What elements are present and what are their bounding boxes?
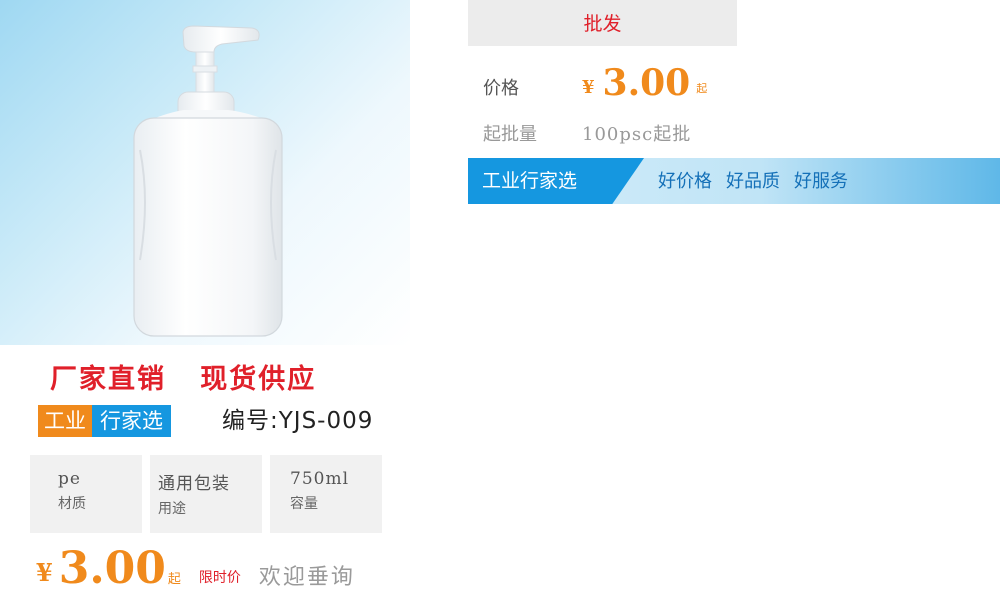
inquiry-link[interactable]: 欢迎垂询: [259, 559, 355, 591]
slogan-item-quality: 好品质: [726, 171, 780, 192]
limited-time-label: 限时价: [198, 570, 241, 586]
moq-value: 100psc起批: [582, 124, 692, 145]
price-amount: 3.00: [58, 543, 166, 594]
pump-bottle-image: [133, 25, 283, 337]
spec-value: pe: [58, 469, 81, 489]
slogan-items: 好价格 好品质 好服务: [658, 158, 848, 204]
spec-capacity: 750ml 容量: [270, 455, 382, 533]
spec-label: 用途: [158, 501, 186, 517]
spec-label: 容量: [290, 496, 318, 512]
currency-symbol: ¥: [36, 558, 53, 587]
spec-material: pe 材质: [30, 455, 142, 533]
badge-part-industry: 工业: [38, 405, 92, 437]
slogan-bar: 工业行家选 好价格 好品质 好服务: [468, 158, 1000, 204]
badge-part-expert: 行家选: [92, 405, 171, 437]
slogan-item-price: 好价格: [658, 171, 712, 192]
model-number: 编号:YJS-009: [222, 408, 374, 434]
price-amount: 3.00: [602, 62, 691, 104]
slogan-item-service: 好服务: [794, 171, 848, 192]
detail-price: ¥ 3.00 起: [582, 62, 707, 104]
spec-list: pe 材质 通用包装 用途 750ml 容量: [30, 455, 382, 533]
price-unit: 起: [167, 572, 181, 587]
product-photo[interactable]: [0, 0, 410, 345]
brand-badge: 工业 行家选: [38, 405, 171, 437]
moq-label: 起批量: [483, 124, 537, 145]
product-card: 厂家直销 现货供应 工业 行家选 编号:YJS-009 pe 材质 通用包装 用…: [0, 0, 410, 616]
slogan-tag-label: 工业行家选: [482, 170, 578, 192]
spec-value: 通用包装: [158, 474, 230, 494]
tab-wholesale[interactable]: 批发: [468, 0, 737, 46]
price-line: ¥ 3.00 起 限时价 欢迎垂询: [36, 545, 355, 593]
spec-value: 750ml: [290, 469, 350, 489]
spec-usage: 通用包装 用途: [150, 455, 262, 533]
price-unit: 起: [696, 82, 708, 95]
price-label: 价格: [483, 78, 519, 99]
spec-label: 材质: [58, 496, 86, 512]
currency-symbol: ¥: [582, 77, 595, 98]
headline: 厂家直销 现货供应: [50, 364, 317, 395]
